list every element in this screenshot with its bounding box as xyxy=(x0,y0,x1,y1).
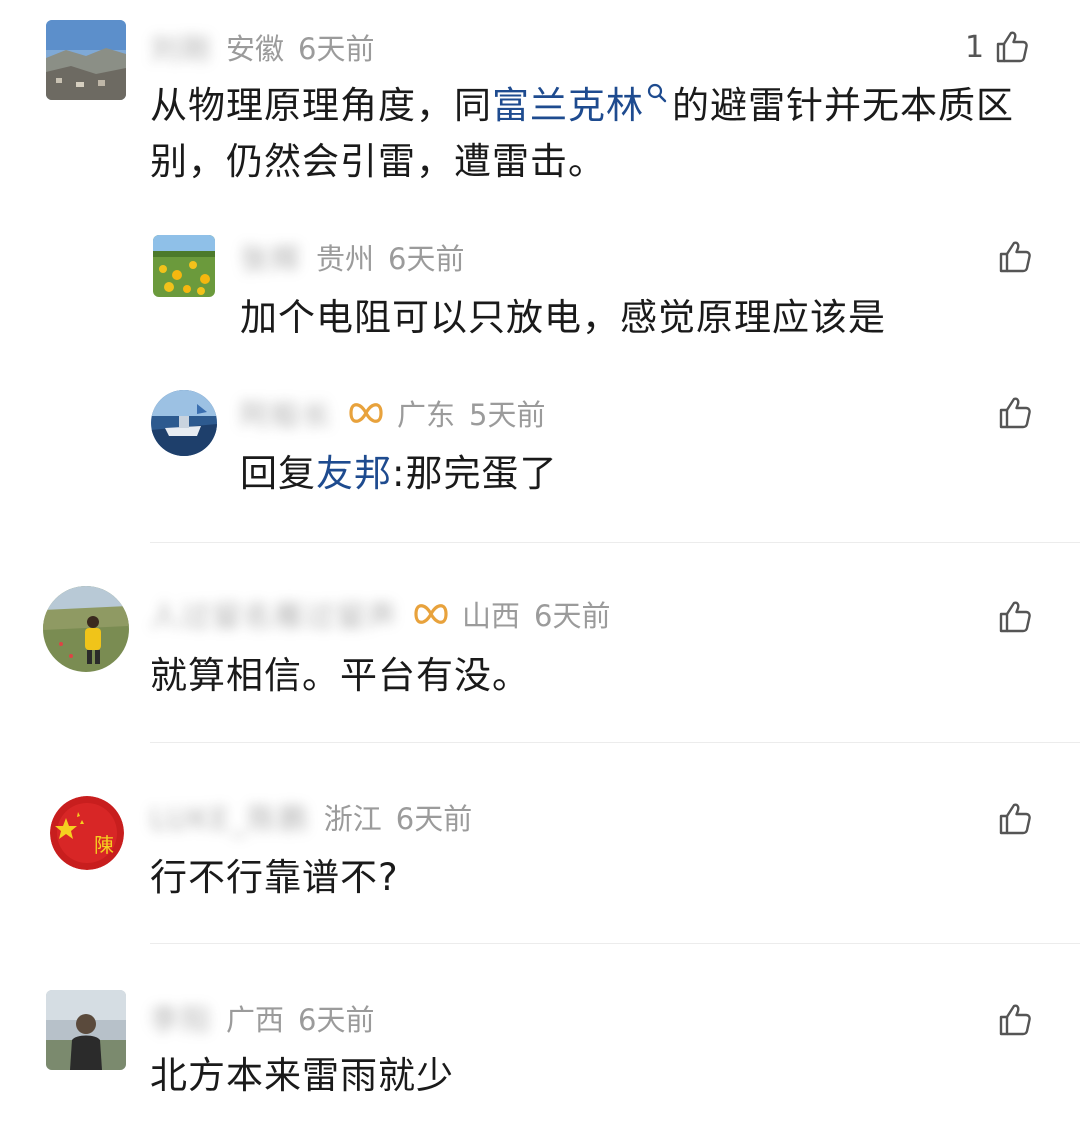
svg-text:陳: 陳 xyxy=(94,834,114,857)
thumbs-up-icon xyxy=(999,803,1031,835)
vip-ribbon-icon xyxy=(347,398,385,428)
comment-text: 从物理原理角度，同富兰克林 的避雷针并无本质区别，仍然会引雷，遭雷击。 xyxy=(150,78,1050,190)
avatar[interactable] xyxy=(43,586,129,672)
divider xyxy=(150,542,1080,543)
region-label: 广东 xyxy=(397,398,456,432)
comment-text: 北方本来雷雨就少 xyxy=(150,1048,1030,1104)
like-button[interactable] xyxy=(997,1000,1033,1040)
vip-ribbon-icon xyxy=(412,599,450,629)
comment-text-part: 北方本来雷雨就少 xyxy=(150,1054,454,1097)
username[interactable]: LUKE_陈鹏 xyxy=(150,796,310,838)
like-button[interactable] xyxy=(997,799,1033,839)
comment-text-part: 行不行靠谱不? xyxy=(150,856,399,899)
comment-meta: 人过留名雁过留声 山西 6天前 xyxy=(150,594,610,634)
avatar[interactable] xyxy=(153,235,215,297)
timestamp: 6天前 xyxy=(298,32,375,66)
divider xyxy=(150,943,1080,944)
avatar[interactable]: 陳 xyxy=(50,796,124,870)
thumbs-up-icon xyxy=(999,601,1031,633)
thumbs-up-icon xyxy=(999,397,1031,429)
comment-text: 回复友邦:那完蛋了 xyxy=(240,446,1040,502)
region-label: 山西 xyxy=(462,599,521,633)
comment-meta: 李阳 广西 6天前 xyxy=(150,998,374,1038)
like-button[interactable]: 1 xyxy=(965,27,1030,67)
comment-text-part: 就算相信。平台有没。 xyxy=(150,654,530,697)
avatar[interactable] xyxy=(46,990,126,1070)
comment-meta: LUKE_陈鹏 浙江 6天前 xyxy=(150,797,472,837)
thumbs-up-icon xyxy=(999,241,1031,273)
like-count: 1 xyxy=(965,29,985,65)
username[interactable]: 刘刚 xyxy=(150,26,212,68)
like-button[interactable] xyxy=(997,237,1033,277)
timestamp: 5天前 xyxy=(469,398,546,432)
mention-link[interactable]: 友邦 xyxy=(316,452,392,495)
username[interactable]: 人过留名雁过留声 xyxy=(150,593,398,635)
avatar[interactable] xyxy=(151,390,217,456)
keyword-link[interactable]: 富兰克林 xyxy=(492,84,644,127)
timestamp: 6天前 xyxy=(534,599,611,633)
username[interactable]: 张辉 xyxy=(240,236,302,278)
comment-text-part: 加个电阻可以只放电，感觉原理应该是 xyxy=(240,296,886,339)
comment-meta: 刘刚 安徽 6天前 xyxy=(150,27,374,67)
comment-meta: 阿船长 广东 5天前 xyxy=(240,393,545,433)
comment-text-part: :那完蛋了 xyxy=(392,452,558,495)
search-icon[interactable] xyxy=(646,82,668,104)
comment-text-part: 从物理原理角度，同 xyxy=(150,84,492,127)
thumbs-up-icon xyxy=(996,31,1028,63)
timestamp: 6天前 xyxy=(298,1003,375,1037)
timestamp: 6天前 xyxy=(395,802,473,836)
reply-prefix: 回复 xyxy=(240,452,316,495)
like-button[interactable] xyxy=(997,393,1033,433)
username[interactable]: 李阳 xyxy=(150,997,212,1039)
like-button[interactable] xyxy=(997,597,1033,637)
region-label: 浙江 xyxy=(323,802,382,836)
region-label: 贵州 xyxy=(316,242,375,276)
comment-text: 行不行靠谱不? xyxy=(150,850,1030,906)
avatar[interactable] xyxy=(46,20,126,100)
comment-text: 就算相信。平台有没。 xyxy=(150,648,1030,704)
username[interactable]: 阿船长 xyxy=(240,392,333,434)
divider xyxy=(150,742,1080,743)
thumbs-up-icon xyxy=(999,1004,1031,1036)
region-label: 安徽 xyxy=(226,32,285,66)
region-label: 广西 xyxy=(226,1003,285,1037)
comment-text: 加个电阻可以只放电，感觉原理应该是 xyxy=(240,290,1040,346)
timestamp: 6天前 xyxy=(388,242,465,276)
comment-meta: 张辉 贵州 6天前 xyxy=(240,237,464,277)
